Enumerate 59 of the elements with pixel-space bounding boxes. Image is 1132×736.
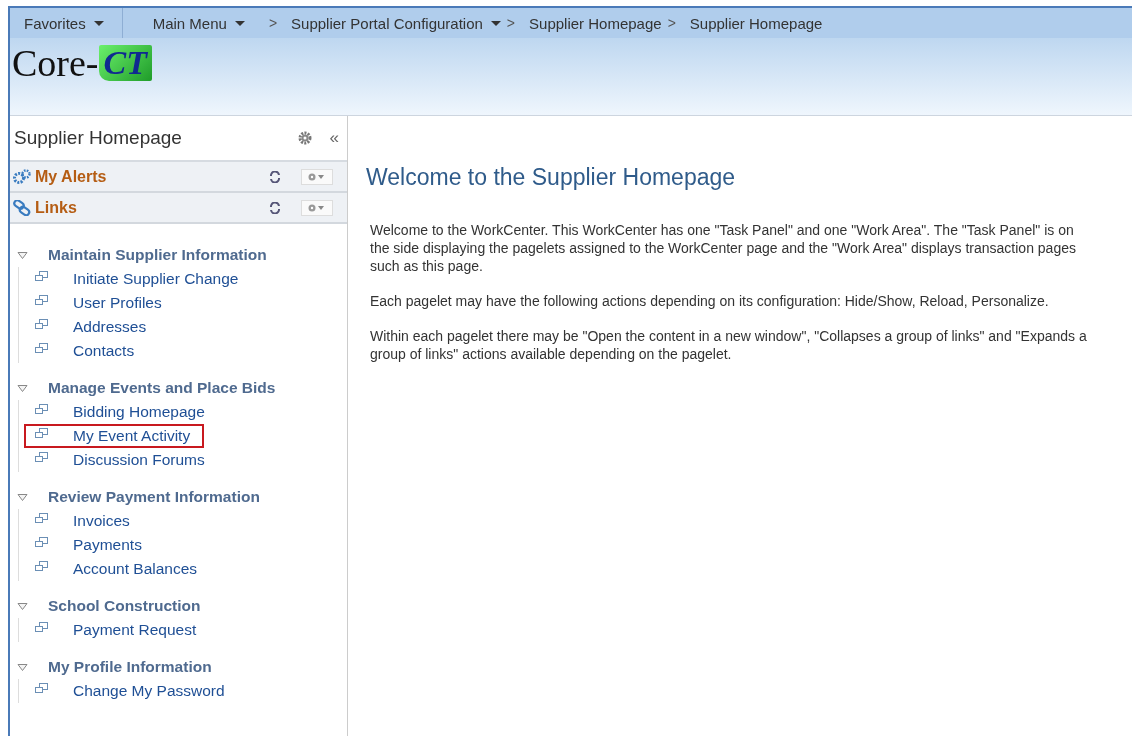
collapse-arrow-icon[interactable] <box>17 250 28 260</box>
new-window-icon[interactable] <box>35 295 48 306</box>
refresh-icon[interactable] <box>269 170 281 183</box>
collapse-arrow-icon[interactable] <box>17 383 28 393</box>
paragraph: Within each pagelet there may be "Open the content in a new window", "Collapses a group of links" and "Expands a group of links" actions available depending on the pagelet. <box>370 327 1088 363</box>
settings-dropdown-button[interactable] <box>301 168 333 185</box>
new-window-icon[interactable] <box>35 683 48 694</box>
nav-link[interactable]: Contacts <box>67 339 141 363</box>
breadcrumb-separator: > <box>667 15 676 31</box>
nav-link[interactable]: Change My Password <box>67 679 231 703</box>
new-window-icon[interactable] <box>35 343 48 354</box>
nav-link[interactable]: Addresses <box>67 315 153 339</box>
breadcrumb-link[interactable]: Supplier Portal Configuration <box>291 14 501 32</box>
new-window-icon[interactable] <box>35 428 48 439</box>
gear-caret-icon <box>307 171 327 182</box>
new-window-icon[interactable] <box>35 452 48 463</box>
nav-link[interactable]: Payments <box>67 533 148 557</box>
section-heading[interactable]: My Profile Information <box>48 658 212 676</box>
new-window-icon[interactable] <box>35 404 48 415</box>
nav-link[interactable]: Invoices <box>67 509 136 533</box>
page-heading: Welcome to the Supplier Homepage <box>366 164 737 191</box>
collapse-button[interactable]: « <box>329 128 339 148</box>
pagelet-title[interactable]: My Alerts <box>35 167 269 186</box>
chain-link-icon <box>13 199 31 216</box>
new-window-icon[interactable] <box>35 271 48 282</box>
breadcrumb-separator: > <box>268 15 278 31</box>
new-window-icon[interactable] <box>35 513 48 524</box>
gears-icon <box>13 168 31 185</box>
nav-link[interactable]: Bidding Homepage <box>67 400 211 424</box>
new-window-icon[interactable] <box>35 537 48 548</box>
section-heading[interactable]: Manage Events and Place Bids <box>48 379 276 397</box>
nav-link[interactable]: Initiate Supplier Change <box>67 267 245 291</box>
settings-dropdown-button[interactable] <box>301 199 333 216</box>
section-heading[interactable]: Maintain Supplier Information <box>48 246 267 264</box>
nav-link[interactable]: User Profiles <box>67 291 168 315</box>
new-window-icon[interactable] <box>35 319 48 330</box>
pagelet-title[interactable]: Links <box>35 198 269 217</box>
settings-icon[interactable] <box>297 131 312 145</box>
nav-link[interactable]: My Event Activity <box>24 424 205 448</box>
paragraph: Welcome to the WorkCenter. This WorkCenter has one "Task Panel" and one "Work Area". The "Task Panel" is on the side displaying the pagelets assigned to the WorkCenter page and the "Work Area" displays transaction pages such as this page. <box>370 221 1077 275</box>
gear-caret-icon <box>307 202 327 213</box>
collapse-arrow-icon[interactable] <box>17 492 28 502</box>
nav-link[interactable]: Payment Request <box>67 618 203 642</box>
nav-menu[interactable]: Main Menu <box>122 8 263 38</box>
collapse-arrow-icon[interactable] <box>17 601 28 611</box>
section-heading[interactable]: Review Payment Information <box>48 488 260 506</box>
paragraph: Each pagelet may have the following actions depending on its configuration: Hide/Show, Reload, Personalize. <box>370 292 1050 310</box>
nav-link[interactable]: Account Balances <box>67 557 204 581</box>
panel-title: Supplier Homepage <box>14 127 183 149</box>
nav-link[interactable]: Discussion Forums <box>67 448 211 472</box>
new-window-icon[interactable] <box>35 561 48 572</box>
section-heading[interactable]: School Construction <box>48 597 201 615</box>
logo: Core-CT <box>10 38 152 86</box>
breadcrumb-separator: > <box>506 15 516 31</box>
breadcrumb-link[interactable]: Supplier Homepage <box>689 14 823 32</box>
collapse-arrow-icon[interactable] <box>17 662 28 672</box>
breadcrumb-link[interactable]: Supplier Homepage <box>529 14 662 32</box>
new-window-icon[interactable] <box>35 622 48 633</box>
refresh-icon[interactable] <box>269 201 281 214</box>
